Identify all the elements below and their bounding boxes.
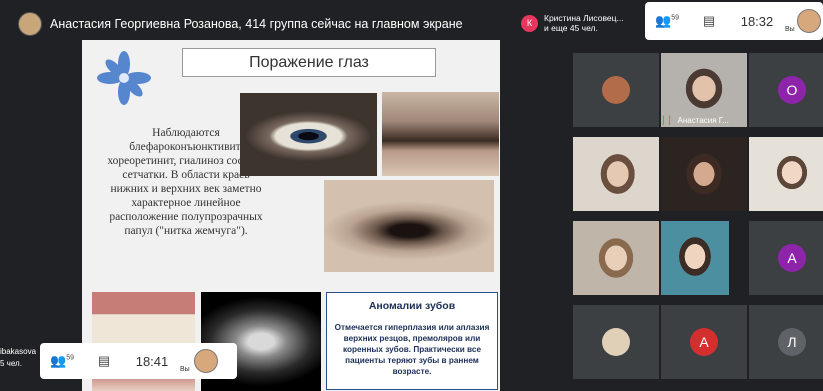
slide-title: Поражение глаз — [182, 48, 436, 77]
second-window-info: ibakasova 5 чел. — [0, 346, 40, 376]
anomaly-heading: Аномалии зубов — [368, 300, 456, 312]
avatar-letter: А — [778, 244, 806, 272]
camera-feed — [573, 221, 659, 295]
participant-tile-active[interactable]: ▏▏ Анастасия Г... — [661, 53, 747, 127]
self-avatar — [194, 349, 218, 373]
presenter-banner: Анастасия Георгиевна Розанова, 414 групп… — [18, 8, 494, 40]
camera-feed — [661, 221, 729, 295]
participant-tile[interactable] — [661, 221, 729, 295]
avatar-letter: О — [778, 76, 806, 104]
self-view-button[interactable]: Вы — [785, 2, 823, 40]
top-control-bar: 👥59 ▤ 18:32 Вы — [645, 2, 823, 40]
camera-feed — [749, 137, 823, 211]
join-notification[interactable]: К Кристина Лисовец... и еще 45 чел. — [521, 8, 641, 38]
participant-tile[interactable]: О — [749, 53, 823, 127]
chat-button[interactable]: ▤ — [689, 13, 729, 29]
chat-icon: ▤ — [702, 13, 716, 28]
chat-button[interactable]: ▤ — [84, 353, 124, 369]
participants-icon: 👥 — [655, 13, 672, 28]
camera-feed — [573, 137, 659, 211]
notification-line-2: и еще 45 чел. — [544, 23, 598, 33]
participant-tile[interactable] — [573, 53, 659, 127]
eyelid-photo — [382, 92, 499, 176]
eye-photo-1 — [240, 93, 377, 176]
notification-avatar: К — [521, 14, 538, 32]
shared-slide: Поражение глаз Наблюдаются блефароконъюн… — [82, 40, 500, 391]
second-window-count: 5 чел. — [0, 359, 22, 368]
eye-photo-2 — [324, 180, 494, 272]
participant-tile[interactable] — [573, 305, 659, 379]
speaking-icon: ▏▏ — [663, 116, 676, 125]
avatar-letter: А — [690, 328, 718, 356]
meeting-stage: Анастасия Георгиевна Розанова, 414 групп… — [0, 0, 823, 391]
avatar-letter: Л — [778, 328, 806, 356]
participants-count: 59 — [671, 14, 679, 22]
participants-count: 59 — [66, 354, 74, 362]
dental-anomalies-box: Аномалии зубов Отмечается гиперплазия ил… — [326, 292, 498, 390]
self-label: Вы — [180, 366, 190, 373]
participant-tile[interactable] — [749, 137, 823, 211]
self-label: Вы — [785, 26, 795, 33]
presenter-avatar — [18, 12, 42, 36]
participant-tile[interactable]: А — [661, 305, 747, 379]
avatar — [602, 76, 630, 104]
chat-icon: ▤ — [97, 353, 111, 368]
flower-logo-icon — [97, 51, 151, 105]
participant-tile[interactable] — [573, 137, 659, 211]
second-window-name: ibakasova — [0, 347, 37, 356]
participant-tile[interactable]: Л — [749, 305, 823, 379]
camera-feed — [661, 137, 747, 211]
bottom-control-bar: 👥59 ▤ 18:41 Вы — [40, 343, 237, 379]
anomaly-text: Отмечается гиперплазия или аплазия верхн… — [334, 323, 490, 376]
participant-tile[interactable]: А — [749, 221, 823, 295]
notification-line-1: Кристина Лисовец... — [544, 13, 624, 23]
self-avatar — [797, 9, 821, 33]
participants-icon: 👥 — [50, 353, 67, 368]
participant-tile[interactable] — [573, 221, 659, 295]
clock: 18:32 — [740, 13, 774, 29]
clock: 18:41 — [135, 353, 169, 369]
participant-name: ▏▏ Анастасия Г... — [663, 116, 729, 125]
self-view-button[interactable]: Вы — [180, 343, 228, 379]
participant-tile[interactable] — [661, 137, 747, 211]
avatar — [602, 328, 630, 356]
presenter-banner-text: Анастасия Георгиевна Розанова, 414 групп… — [50, 17, 463, 31]
participants-button[interactable]: 👥59 — [40, 353, 84, 369]
participants-button[interactable]: 👥59 — [645, 13, 689, 29]
